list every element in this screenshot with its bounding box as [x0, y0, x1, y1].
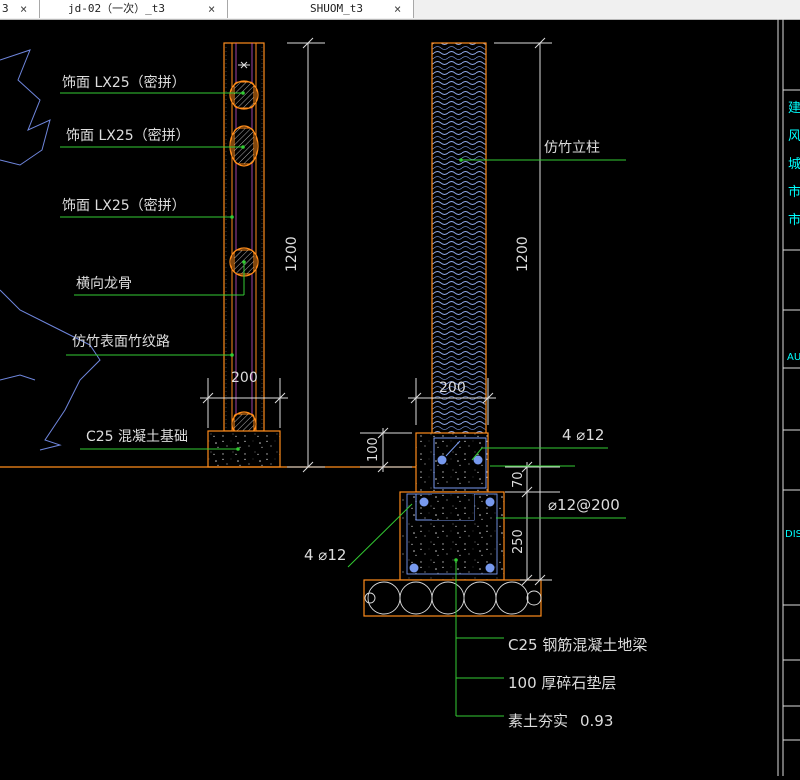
tab-shuom[interactable]: SHUOM_t3 × — [228, 0, 414, 18]
leader-dot — [454, 558, 458, 562]
title-block-char: 市 — [788, 184, 800, 200]
label-column: 仿竹立柱 — [544, 140, 600, 156]
background-figure-outline — [0, 49, 101, 451]
label-finish-2: 饰面 LX25（密拼） — [66, 127, 190, 144]
title-block-char: 城 — [788, 157, 800, 172]
tab-drawing-3[interactable]: 3 × — [0, 0, 40, 18]
label-soil: 素土夯实 — [508, 712, 568, 730]
label-gravel: 100 厚碎石垫层 — [508, 674, 616, 692]
tab-label: jd-02（一次）_t3 — [68, 2, 165, 15]
tab-label: SHUOM_t3 — [310, 2, 363, 15]
close-icon[interactable]: × — [394, 0, 401, 18]
leader-dot — [459, 158, 463, 162]
dim-left-width: 200 — [231, 370, 258, 386]
document-tab-bar: 3 × jd-02（一次）_t3 × SHUOM_t3 × — [0, 0, 800, 20]
tab-jd-02[interactable]: jd-02（一次）_t3 × — [40, 0, 228, 18]
close-icon[interactable]: × — [208, 0, 215, 18]
title-block-dis: DIS — [785, 529, 800, 540]
label-ground-beam: C25 钢筋混凝土地梁 — [508, 636, 647, 654]
label-rebar-bottom: 4 ⌀12 — [304, 546, 346, 564]
label-keel: 横向龙骨 — [76, 276, 132, 292]
left-dimension-lines — [200, 37, 325, 473]
title-block-char: 风 — [788, 129, 800, 144]
dim-left-height: 1200 — [284, 236, 300, 272]
tab-label: 3 — [2, 2, 9, 15]
dim-right-width: 200 — [439, 380, 466, 396]
dim-right-height: 1200 — [515, 236, 531, 272]
dim-250: 250 — [511, 529, 526, 554]
close-icon[interactable]: × — [20, 0, 27, 18]
cad-model-space[interactable]: 饰面 LX25（密拼） 饰面 LX25（密拼） 饰面 LX25（密拼） 横向龙骨… — [0, 19, 800, 776]
dim-70: 70 — [511, 471, 526, 488]
title-block-char: 市 — [788, 212, 800, 228]
label-finish-3: 饰面 LX25（密拼） — [62, 197, 186, 214]
slat-section — [229, 61, 259, 110]
label-rebar-top: 4 ⌀12 — [562, 426, 604, 444]
title-block-char: 建 — [788, 101, 800, 116]
label-stirrup: ⌀12@200 — [548, 496, 620, 514]
label-bamboo-texture: 仿竹表面竹纹路 — [72, 334, 170, 350]
left-leader-lines — [60, 92, 245, 450]
label-c25-base: C25 混凝土基础 — [86, 428, 188, 445]
dim-100: 100 — [366, 437, 381, 462]
label-compaction: 0.93 — [580, 712, 613, 730]
title-block-au: AU — [787, 352, 800, 363]
left-column-elevation — [207, 42, 281, 468]
gravel-bed — [363, 579, 542, 617]
label-finish-1: 饰面 LX25（密拼） — [62, 74, 186, 91]
